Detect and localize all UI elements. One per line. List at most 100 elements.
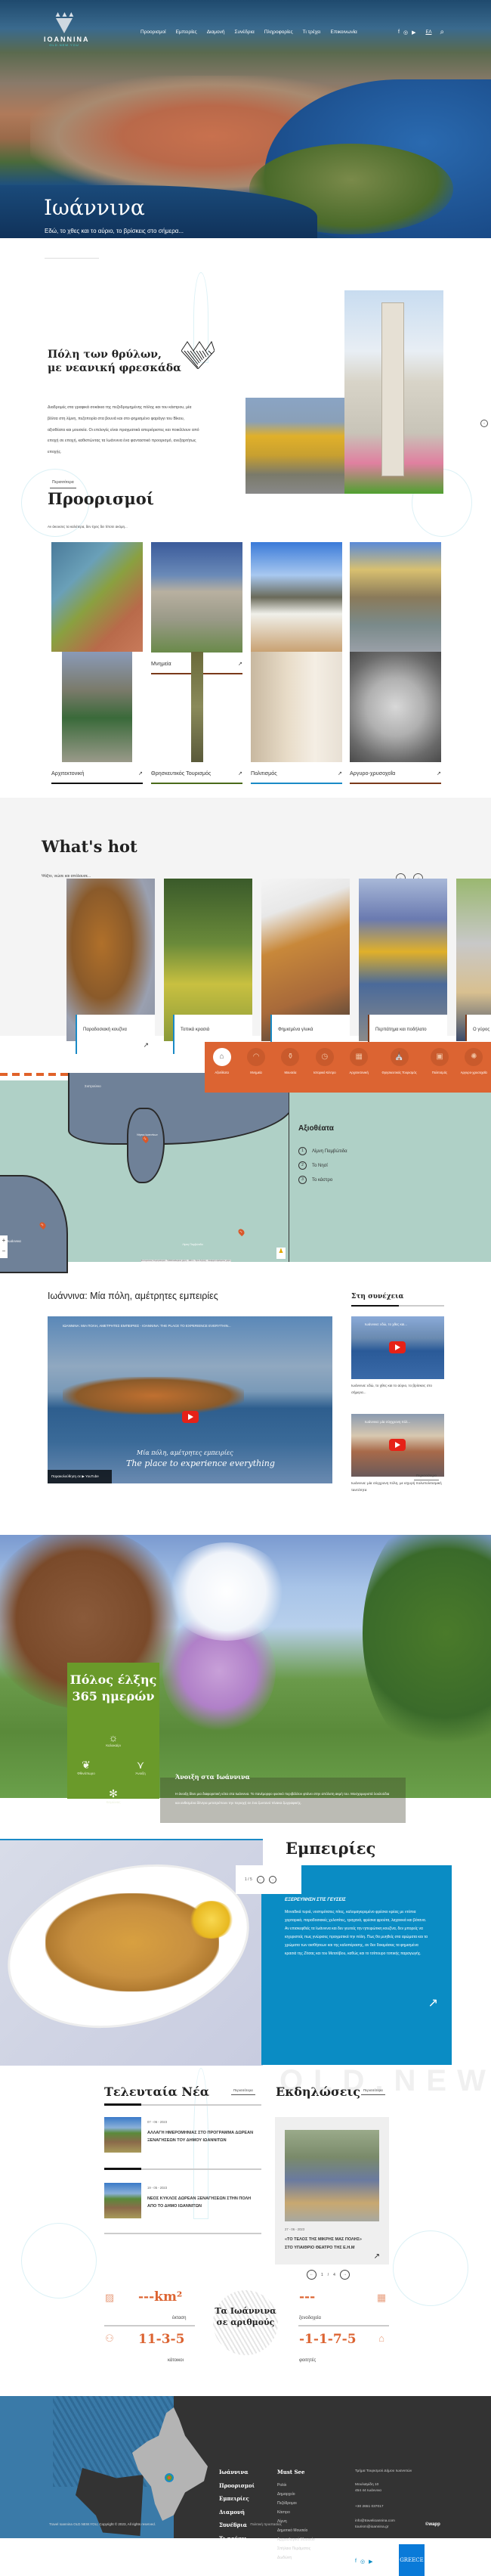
map-category-silversmithing[interactable]: ✺ Αργυρο-χρυσοχοΐα — [459, 1048, 489, 1093]
hot-card[interactable]: Τοπικά κρασιά↗ — [164, 879, 252, 1054]
language-switch[interactable]: ΕΛ — [425, 30, 431, 35]
agency-credit[interactable]: ©wapp — [425, 2522, 440, 2527]
zoom-out-button[interactable]: − — [0, 1246, 8, 1257]
footer-link[interactable]: Δωδώνη — [277, 2556, 315, 2560]
map-category-historic-center[interactable]: ◷ Ιστορικό Κέντρο — [310, 1048, 340, 1093]
scroll-down-button[interactable]: ↓ — [480, 420, 488, 427]
footer-link[interactable]: Δημαρχείο — [277, 2492, 315, 2497]
experience-prev-button[interactable]: ← — [256, 1876, 264, 1883]
season-summer[interactable]: ☼ Καλοκαίρι — [98, 1731, 128, 1747]
footer-link[interactable]: Πεζόδρομοι — [277, 2501, 315, 2506]
play-button[interactable] — [389, 1341, 406, 1353]
news-thumbnail — [104, 2183, 141, 2218]
zoom-in-button[interactable]: + — [0, 1235, 8, 1246]
email-link[interactable]: tourism@ioannina.gr — [355, 2525, 395, 2531]
map-pin-1[interactable]: 1 — [236, 1227, 246, 1237]
hot-card[interactable]: Παραδοσιακή κουζίνα ↗ — [66, 879, 155, 1054]
footer-link[interactable]: Λίμνη — [277, 2519, 315, 2524]
nav-item-whats-on[interactable]: Τι τρέχει — [303, 29, 321, 35]
events-next-button[interactable]: → — [339, 2270, 350, 2280]
season-winter[interactable]: ✻ Χειμώνας — [98, 1787, 128, 1804]
must-see-title: Must See — [277, 2469, 305, 2475]
nav-item-information[interactable]: Πληροφορίες — [264, 29, 293, 35]
instagram-icon[interactable]: ◎ — [360, 2559, 365, 2565]
map-point-item[interactable]: 3 Το κάστρο — [298, 1176, 332, 1184]
watch-on-youtube-button[interactable]: Παρακολούθηση σε ▶ YouTube — [48, 1470, 112, 1483]
footer-link[interactable]: Δημοτικό Μουσείο — [277, 2528, 315, 2533]
destination-card[interactable]: Αργυρο-χρυσοχοΐα ↗ — [350, 652, 441, 784]
experience-next-button[interactable]: → — [268, 1876, 276, 1883]
map-category-monuments[interactable]: ◠ Μνημεία — [241, 1048, 271, 1093]
nav-item-experiences[interactable]: Εμπειρίες — [176, 29, 197, 35]
hot-card[interactable]: Ο γύρος — [456, 879, 491, 1041]
destination-color-bar — [151, 783, 242, 784]
videos-more-link[interactable]: Περισσότερα — [414, 1474, 439, 1480]
facebook-icon[interactable]: f — [355, 2559, 357, 2565]
email-link[interactable]: info@travelioannina.com — [355, 2519, 395, 2525]
event-card[interactable]: 27 - 06 - 2023 «ΤΟ ΤΕΛΟΣ ΤΗΣ ΜΙΚΡΗΣ ΜΑΣ … — [275, 2117, 389, 2264]
destination-card[interactable]: Πολιτισμός ↗ — [251, 652, 342, 784]
nav-item-contact[interactable]: Επικοινωνία — [331, 29, 357, 35]
facebook-icon[interactable]: f — [398, 29, 400, 35]
explore-button[interactable]: ΕΞΕΡΕΥΝΗΣΤΕ ΤΑ → — [45, 250, 99, 259]
footer-link[interactable]: Ρολόι — [277, 2483, 315, 2488]
terms-link[interactable]: Όροι χρήσης — [221, 2522, 240, 2526]
intro-more-link[interactable]: Περισσότερα — [50, 480, 76, 488]
news-more-link[interactable]: Περισσότερα — [231, 2088, 255, 2095]
footer-link[interactable]: Τι τρέχει — [219, 2535, 258, 2542]
nav-item-accommodation[interactable]: Διαμονή — [207, 29, 225, 35]
arrow-icon: ↗ — [373, 2252, 380, 2261]
logo-name: IOANNINA — [44, 36, 90, 43]
main-video-player[interactable]: ΙΩΑΝΝΙΝΑ: ΜΙΑ ΠΟΛΗ, ΑΜΕΤΡΗΤΕΣ ΕΜΠΕΙΡΙΕΣ … — [48, 1316, 332, 1483]
site-logo[interactable]: ▲▲▲ IOANNINA OLD.NEW.YOU — [44, 11, 90, 48]
video-caption[interactable]: Ιωάννινα: μία σύγχρονη πόλη, με ισχυρή π… — [351, 1480, 444, 1493]
nav-item-conferences[interactable]: Συνέδρια — [234, 29, 254, 35]
footer-link[interactable]: Σπήλαιο Περάματος — [277, 2547, 315, 2551]
events-prev-button[interactable]: ← — [307, 2270, 317, 2280]
point-label: Το κάστρο — [312, 1177, 333, 1183]
greece-badge[interactable]: GREECE — [399, 2544, 425, 2576]
destination-card[interactable]: Αρχιτεκτονική ↗ — [51, 652, 143, 784]
map-point-item[interactable]: 2 Το Νησί — [298, 1161, 328, 1170]
street-view-pegman-icon[interactable]: ♟ — [276, 1248, 286, 1259]
play-button[interactable] — [182, 1411, 199, 1423]
hot-card[interactable]: Φημισμένα γλυκά↗ — [261, 879, 350, 1054]
arrow-icon[interactable]: ↗ — [428, 1995, 438, 2010]
footer-legal: Όροι χρήσης | Πολιτική προστασίας — [221, 2522, 282, 2526]
clock-icon: ◷ — [315, 1048, 334, 1066]
youtube-icon[interactable]: ▶ — [369, 2559, 372, 2565]
season-autumn[interactable]: ❦ Φθινόπωρο — [71, 1759, 101, 1775]
video-thumbnail[interactable]: Ιωάννινα: εδώ, το χθες και... — [351, 1316, 444, 1379]
stat-hotels: --- — [299, 2289, 316, 2305]
search-icon[interactable]: ⌕ — [440, 28, 444, 36]
footer-link[interactable]: Κάστρο — [277, 2510, 315, 2515]
map-category-sights[interactable]: ⌂ Αξιοθέατα — [207, 1048, 237, 1093]
map-category-culture[interactable]: ▣ Πολιτισμός — [425, 1048, 455, 1093]
season-spring[interactable]: ⋎ Άνοιξη — [125, 1759, 156, 1775]
footer-link[interactable]: Διαμονή — [219, 2509, 258, 2516]
point-number: 2 — [298, 1161, 307, 1170]
video-thumbnail[interactable]: Ιωάννινα: μία σύγχρονη πόλ... — [351, 1414, 444, 1477]
nav-item-destinations[interactable]: Προορισμοί — [141, 29, 166, 35]
video-caption[interactable]: Ιωάννινα: εδώ, το χθες και το αύριο, το … — [351, 1382, 444, 1396]
play-button[interactable] — [389, 1439, 406, 1451]
thumbnail-title: Ιωάννινα: μία σύγχρονη πόλ... — [365, 1420, 411, 1424]
footer-link[interactable]: Προορισμοί — [219, 2482, 258, 2489]
lakeside-walk-photo — [246, 398, 344, 494]
map-category-museums[interactable]: ⚱ Μουσεία — [275, 1048, 305, 1093]
news-divider — [104, 2168, 261, 2170]
privacy-link[interactable]: Πολιτική προστασίας — [250, 2522, 282, 2526]
map-point-item[interactable]: 1 Λίμνη Παμβώτιδα — [298, 1147, 347, 1155]
events-more-link[interactable]: Περισσότερα — [361, 2088, 385, 2095]
youtube-icon[interactable]: ▶ — [412, 29, 415, 36]
destination-card[interactable]: Θρησκευτικός Τουρισμός ↗ — [151, 652, 242, 784]
footer-link[interactable]: Επικοινωνία — [219, 2548, 258, 2555]
footer-link[interactable]: Εμπειρίες — [219, 2495, 258, 2502]
video-player-title: ΙΩΑΝΝΙΝΑ: ΜΙΑ ΠΟΛΗ, ΑΜΕΤΡΗΤΕΣ ΕΜΠΕΙΡΙΕΣ … — [63, 1324, 231, 1328]
hot-card[interactable]: Περπάτημα και ποδήλατο↗ — [359, 879, 447, 1054]
map-category-religious[interactable]: ⛪ Θρησκευτικός Τουρισμός — [378, 1048, 421, 1093]
instagram-icon[interactable]: ◎ — [403, 29, 408, 36]
map-category-architecture[interactable]: ▦ Αρχιτεκτονική — [344, 1048, 374, 1093]
footer-link[interactable]: Ιωάννινα — [219, 2469, 258, 2475]
footer-phone[interactable]: +30 2651 037017 — [355, 2504, 383, 2510]
